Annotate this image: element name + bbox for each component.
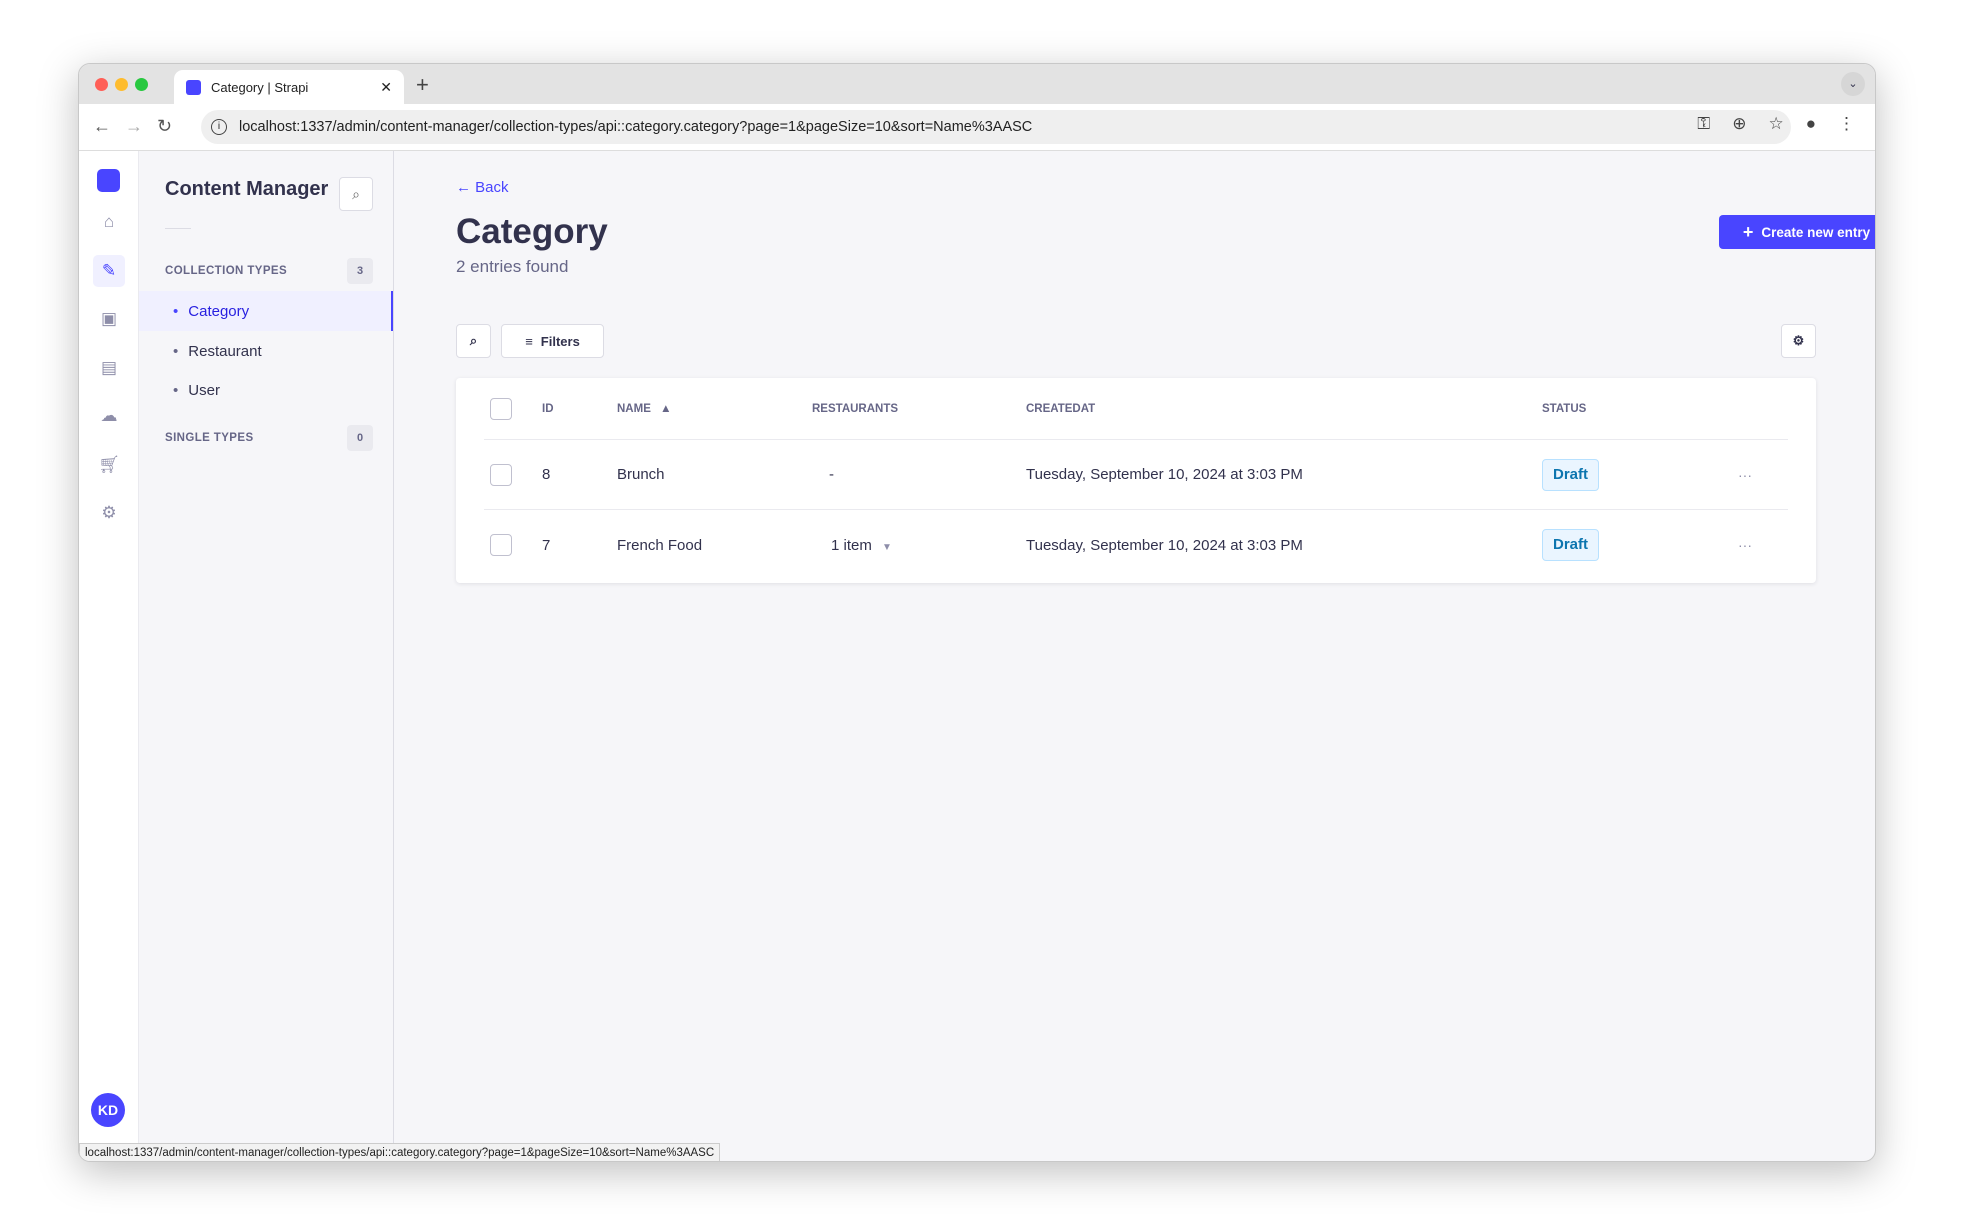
row-checkbox[interactable] bbox=[490, 463, 512, 486]
cell-restaurants: 1 item bbox=[831, 536, 872, 554]
sidebar-item-category[interactable]: Category bbox=[139, 291, 393, 331]
close-tab-icon[interactable]: ✕ bbox=[380, 79, 392, 96]
cloud-icon[interactable]: ☁ bbox=[93, 400, 125, 432]
forward-arrow-icon[interactable]: → bbox=[125, 116, 143, 137]
cell-id: 8 bbox=[542, 466, 551, 483]
back-link[interactable]: ← Back bbox=[456, 179, 509, 196]
search-icon: ⌕ bbox=[469, 333, 478, 348]
tab-search-chevron-icon[interactable]: ⌄ bbox=[1841, 72, 1865, 96]
status-bar-url: localhost:1337/admin/content-manager/col… bbox=[79, 1143, 721, 1161]
table-row[interactable]: 8 Brunch - Tuesday, September 10, 2024 a… bbox=[484, 440, 1788, 510]
header-status: STATUS bbox=[1542, 402, 1587, 415]
entries-count: 2 entries found bbox=[456, 257, 569, 276]
header-name-label: NAME bbox=[617, 402, 651, 415]
new-tab-button[interactable]: + bbox=[416, 72, 429, 98]
gear-icon: ⚙ bbox=[1792, 333, 1805, 348]
sidebar-search-button[interactable]: ⌕ bbox=[339, 177, 373, 211]
maximize-window-button[interactable] bbox=[135, 78, 148, 91]
content-manager-sidebar: Content Manager ⌕ COLLECTION TYPES 3 Cat… bbox=[139, 151, 394, 1161]
main-nav-rail: ⌂ ✎ ▣ ▤ ☁ 🛒︎ ⚙ KD bbox=[79, 151, 139, 1161]
content-manager-feather-icon[interactable]: ✎ bbox=[93, 255, 125, 287]
sidebar-item-label: Category bbox=[188, 302, 250, 320]
filters-label: Filters bbox=[540, 333, 580, 349]
home-icon[interactable]: ⌂ bbox=[93, 206, 125, 238]
back-label: Back bbox=[475, 179, 509, 196]
header-createdat[interactable]: CREATEDAT bbox=[1026, 403, 1095, 415]
browser-menu-icon[interactable]: ⋮ bbox=[1838, 114, 1855, 134]
table-row[interactable]: 7 French Food 1 item ▼ Tuesday, Septembe… bbox=[484, 510, 1788, 580]
tab-bar: Category | Strapi ✕ + ⌄ bbox=[79, 64, 1875, 104]
cell-id: 7 bbox=[542, 536, 551, 554]
url-input[interactable]: i localhost:1337/admin/content-manager/c… bbox=[201, 110, 1791, 144]
search-button[interactable]: ⌕ bbox=[456, 324, 491, 358]
more-actions-icon[interactable]: ··· bbox=[1738, 537, 1752, 553]
settings-gear-icon[interactable]: ⚙ bbox=[93, 497, 125, 529]
collection-types-count: 3 bbox=[347, 258, 373, 284]
cell-createdat: Tuesday, September 10, 2024 at 3:03 PM bbox=[1026, 466, 1303, 483]
back-arrow-icon[interactable]: ← bbox=[93, 116, 111, 137]
address-bar-row: ← → ↻ i localhost:1337/admin/content-man… bbox=[79, 104, 1875, 151]
status-badge: Draft bbox=[1542, 529, 1599, 561]
reload-icon[interactable]: ↻ bbox=[157, 116, 172, 137]
header-restaurants: RESTAURANTS bbox=[812, 402, 899, 415]
status-badge: Draft bbox=[1542, 458, 1599, 491]
single-types-heading: SINGLE TYPES bbox=[165, 432, 254, 444]
list-settings-button[interactable]: ⚙ bbox=[1781, 324, 1816, 358]
browser-tab[interactable]: Category | Strapi ✕ bbox=[174, 70, 404, 104]
main-content: ← Back Category 2 entries found + Create … bbox=[394, 151, 1875, 1161]
tab-title: Category | Strapi bbox=[211, 79, 309, 95]
plus-icon: + bbox=[1742, 221, 1754, 242]
row-checkbox[interactable] bbox=[490, 534, 512, 556]
sidebar-item-user[interactable]: User bbox=[139, 370, 393, 410]
caret-down-icon: ▼ bbox=[882, 541, 892, 553]
profile-icon[interactable]: ● bbox=[1806, 114, 1816, 134]
bookmark-star-icon[interactable]: ☆ bbox=[1768, 114, 1783, 134]
filter-icon: ≡ bbox=[525, 333, 533, 349]
sidebar-item-label: Restaurant bbox=[188, 342, 262, 360]
minimize-window-button[interactable] bbox=[115, 78, 128, 91]
create-new-entry-button[interactable]: + Create new entry bbox=[1719, 215, 1875, 249]
zoom-icon[interactable]: ⊕ bbox=[1732, 114, 1746, 134]
browser-window: Category | Strapi ✕ + ⌄ ← → ↻ i localhos… bbox=[78, 63, 1876, 1162]
close-window-button[interactable] bbox=[95, 78, 108, 91]
restaurants-dropdown[interactable]: 1 item ▼ bbox=[831, 537, 892, 554]
strapi-favicon-icon bbox=[186, 79, 201, 95]
page-title: Category bbox=[456, 212, 608, 251]
sidebar-item-restaurant[interactable]: Restaurant bbox=[139, 331, 393, 371]
cell-name: Brunch bbox=[617, 466, 665, 483]
avatar[interactable]: KD bbox=[91, 1093, 125, 1127]
strapi-logo-icon[interactable] bbox=[97, 169, 120, 192]
cell-name: French Food bbox=[617, 536, 703, 554]
header-id[interactable]: ID bbox=[542, 403, 554, 415]
url-text: localhost:1337/admin/content-manager/col… bbox=[239, 119, 1033, 135]
cell-createdat: Tuesday, September 10, 2024 at 3:03 PM bbox=[1026, 536, 1303, 554]
single-types-count: 0 bbox=[347, 425, 373, 451]
collection-types-heading: COLLECTION TYPES bbox=[165, 265, 288, 277]
media-library-icon[interactable]: ▣ bbox=[93, 303, 125, 335]
sidebar-item-label: User bbox=[188, 381, 220, 399]
select-all-checkbox[interactable] bbox=[490, 397, 512, 420]
divider bbox=[165, 228, 191, 229]
table-header: ID NAME ▲ RESTAURANTS CREATEDAT STATUS bbox=[484, 378, 1788, 440]
site-info-icon[interactable]: i bbox=[211, 119, 227, 135]
create-label: Create new entry bbox=[1761, 224, 1871, 240]
marketplace-cart-icon[interactable]: 🛒︎ bbox=[93, 449, 125, 481]
cell-restaurants: - bbox=[829, 466, 834, 483]
sort-asc-icon: ▲ bbox=[660, 402, 672, 415]
entries-table: ID NAME ▲ RESTAURANTS CREATEDAT STATUS 8… bbox=[456, 378, 1816, 583]
more-actions-icon[interactable]: ··· bbox=[1738, 467, 1752, 483]
arrow-left-icon: ← bbox=[456, 179, 471, 196]
header-name[interactable]: NAME ▲ bbox=[617, 403, 671, 415]
sidebar-title: Content Manager bbox=[165, 178, 329, 200]
content-type-builder-icon[interactable]: ▤ bbox=[93, 352, 125, 384]
password-key-icon[interactable]: ⚿ bbox=[1697, 114, 1710, 134]
filters-button[interactable]: ≡ Filters bbox=[501, 324, 604, 358]
